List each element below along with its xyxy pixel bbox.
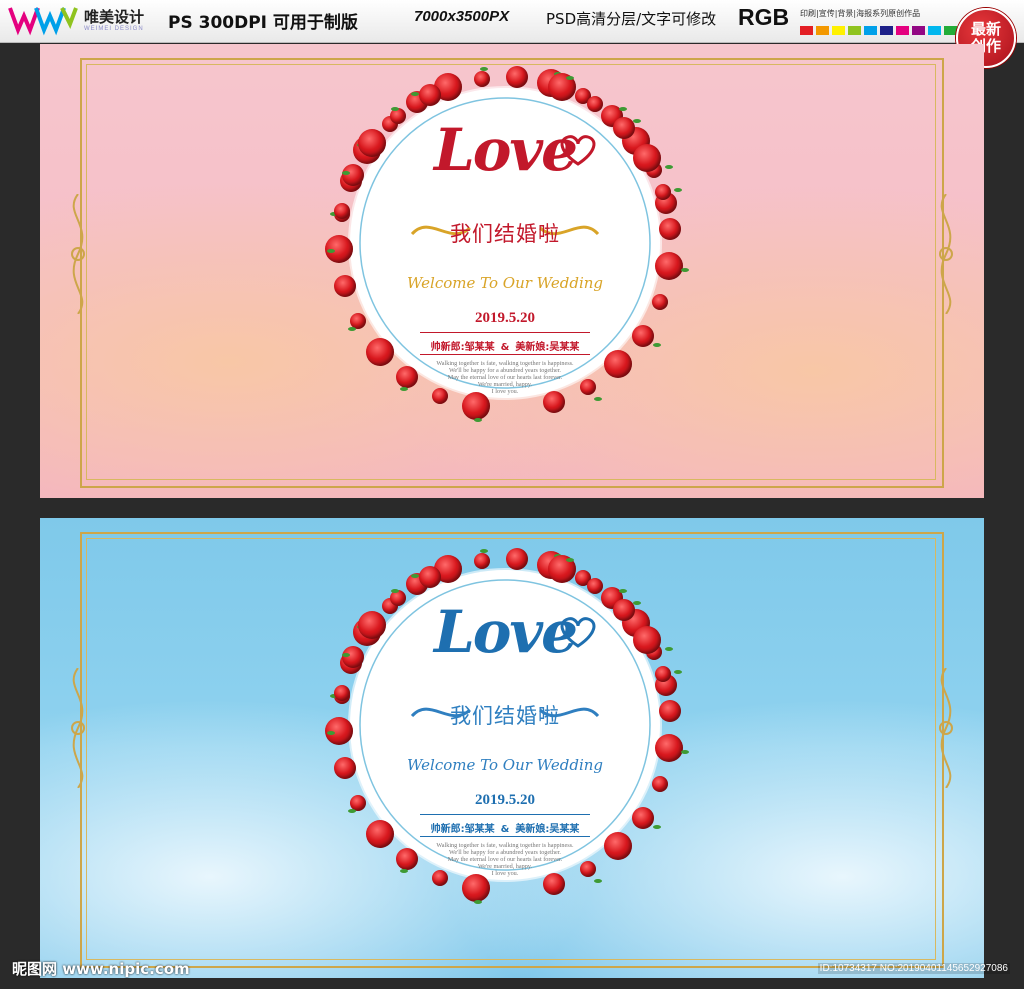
color-swatch <box>848 26 861 35</box>
rose-icon <box>654 183 671 200</box>
leaf-icon <box>619 106 628 111</box>
brand-logo-icon <box>8 7 78 36</box>
site-watermark: 昵图网 www.nipic.com <box>12 960 190 978</box>
names-rule <box>420 836 590 837</box>
right-filigree-icon <box>939 668 953 788</box>
rose-icon <box>631 806 654 829</box>
left-filigree-icon <box>71 668 85 788</box>
wedding-date: 2019.5.20 <box>475 310 535 326</box>
header-banner: 唯美设计 WEIMEI DESIGN PS 300DPI 可用于制版 7000x… <box>0 0 1024 43</box>
date-rule <box>420 332 590 333</box>
leaf-icon <box>480 66 489 71</box>
rose-icon <box>365 819 394 848</box>
color-swatch <box>928 26 941 35</box>
leaf-icon <box>664 646 673 651</box>
color-swatch <box>864 26 877 35</box>
right-filigree-icon <box>939 194 953 314</box>
leaf-icon <box>347 326 356 331</box>
rose-icon <box>418 84 441 107</box>
color-swatch <box>832 26 845 35</box>
color-swatch <box>944 26 957 35</box>
rose-icon <box>542 872 565 895</box>
print-specs: PS 300DPI 可用于制版 <box>168 13 358 33</box>
header-description: 印刷|宣传|背景|海报系列原创作品 <box>800 9 921 18</box>
rose-icon <box>418 566 441 589</box>
color-swatch <box>912 26 925 35</box>
rose-icon <box>432 387 449 404</box>
image-id-watermark: ID:10734317 NO:20190401145652927086 <box>817 963 1010 974</box>
badge-line-1: 最新 <box>970 20 1001 38</box>
leaf-icon <box>664 164 673 169</box>
leaf-icon <box>565 557 574 562</box>
brand-subtitle: WEIMEI DESIGN <box>84 26 144 32</box>
leaf-icon <box>681 749 690 754</box>
leaf-icon <box>410 574 419 579</box>
rose-icon <box>505 548 528 571</box>
wedding-title: 我们结婚啦 <box>450 704 560 728</box>
date-rule <box>420 814 590 815</box>
blurb-line: I love you. <box>491 870 519 877</box>
welcome-text: Welcome To Our Wedding <box>406 756 604 774</box>
pixel-dimensions: 7000x3500PX <box>414 8 510 25</box>
blue-wedding-backdrop: Love 我们结婚啦 Welcome To Our Wedding 2019.5… <box>40 518 984 978</box>
rose-icon <box>654 665 671 682</box>
leaf-icon <box>390 106 399 111</box>
leaf-icon <box>652 824 661 829</box>
rose-icon <box>633 143 662 172</box>
leaf-icon <box>342 170 351 175</box>
rose-icon <box>333 756 356 779</box>
rose-icon <box>631 324 654 347</box>
blurb-line: I love you. <box>491 388 519 395</box>
left-filigree-icon <box>71 194 85 314</box>
rose-icon <box>432 869 449 886</box>
leaf-icon <box>619 588 628 593</box>
brand-name: 唯美设计 <box>84 8 145 26</box>
bride-name: 美新娘:吴某某 <box>515 342 580 353</box>
color-swatch <box>896 26 909 35</box>
color-swatch <box>816 26 829 35</box>
rose-icon <box>505 66 528 89</box>
leaf-icon <box>681 267 690 272</box>
rose-icon <box>659 699 682 722</box>
heart-icon <box>560 617 596 648</box>
leaf-icon <box>565 75 574 80</box>
color-mode: RGB <box>738 4 790 30</box>
heart-icon <box>560 135 596 166</box>
leaf-icon <box>347 808 356 813</box>
bride-name: 美新娘:吴某某 <box>515 824 580 835</box>
leaf-icon <box>410 92 419 97</box>
rose-icon <box>473 552 490 569</box>
rose-icon <box>580 860 596 877</box>
color-swatch <box>800 26 813 35</box>
wedding-date: 2019.5.20 <box>475 792 535 808</box>
groom-name: 帅新郎:邹某某 <box>430 824 495 835</box>
color-swatch <box>880 26 893 35</box>
rose-icon <box>633 625 662 654</box>
pink-wedding-backdrop: Love 我们结婚啦 Welcome To Our Wedding 2019.5… <box>40 44 984 498</box>
wedding-title: 我们结婚啦 <box>450 222 560 246</box>
rose-icon <box>473 70 490 87</box>
rose-icon <box>542 390 565 413</box>
rose-icon <box>580 378 596 395</box>
names-rule <box>420 354 590 355</box>
rose-icon <box>659 217 682 240</box>
welcome-text: Welcome To Our Wedding <box>406 274 604 292</box>
rose-icon <box>365 337 394 366</box>
rose-icon <box>333 274 356 297</box>
leaf-icon <box>652 342 661 347</box>
leaf-icon <box>480 548 489 553</box>
leaf-icon <box>342 652 351 657</box>
ampersand: & <box>500 824 510 835</box>
leaf-icon <box>390 588 399 593</box>
psd-note: PSD高清分层/文字可修改 <box>546 10 717 28</box>
ampersand: & <box>500 342 510 353</box>
groom-name: 帅新郎:邹某某 <box>430 342 495 353</box>
